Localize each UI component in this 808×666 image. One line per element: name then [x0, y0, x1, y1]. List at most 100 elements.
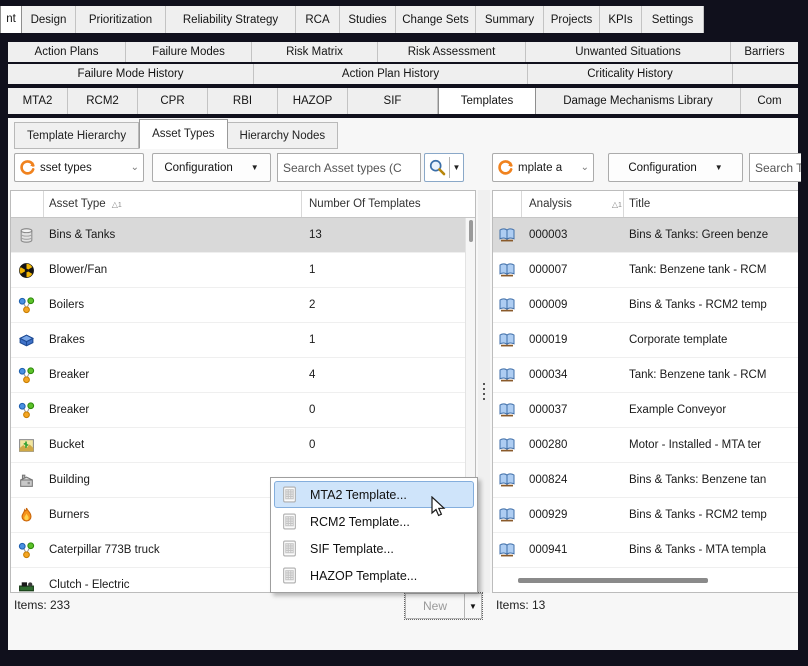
- panel-splitter[interactable]: [478, 190, 490, 593]
- asset-type-name: Burners: [49, 498, 299, 532]
- template-title: Bins & Tanks - RCM2 temp: [629, 498, 798, 532]
- tab-change-sets[interactable]: Change Sets: [396, 6, 476, 33]
- tab-nt[interactable]: nt: [0, 6, 22, 33]
- template-title: Bins & Tanks: Green benze: [629, 218, 798, 252]
- app-window: ntDesignPrioritizationReliability Strate…: [0, 0, 808, 666]
- book-icon: [498, 332, 516, 349]
- tab-risk-matrix[interactable]: Risk Matrix: [252, 42, 378, 62]
- analysis-number: 000007: [529, 253, 621, 287]
- tab-criticality-history[interactable]: Criticality History: [528, 64, 733, 84]
- templates-panel: Template HierarchyAsset TypesHierarchy N…: [8, 118, 798, 650]
- template-row-000280[interactable]: 000280Motor - Installed - MTA ter: [493, 428, 798, 463]
- caret-down-icon: ▼: [251, 163, 259, 172]
- tab-rbi[interactable]: RBI: [208, 88, 278, 114]
- tab-cpr[interactable]: CPR: [138, 88, 208, 114]
- tab-studies[interactable]: Studies: [340, 6, 396, 33]
- tab-unwanted-situations[interactable]: Unwanted Situations: [526, 42, 731, 62]
- menu-item-sif-template[interactable]: SIF Template...: [274, 535, 474, 562]
- book-icon: [498, 472, 516, 489]
- template-view-selector[interactable]: mplate a ⌄: [492, 153, 594, 182]
- asset-type-view-selector[interactable]: sset types ⌄: [14, 153, 144, 182]
- inner-tab-asset-types[interactable]: Asset Types: [139, 119, 227, 149]
- tab-sif[interactable]: SIF: [348, 88, 438, 114]
- tab-damage-mechanisms-library[interactable]: Damage Mechanisms Library: [536, 88, 741, 114]
- template-row-000019[interactable]: 000019Corporate template: [493, 323, 798, 358]
- tab-reliability-strategy[interactable]: Reliability Strategy: [166, 6, 296, 33]
- book-icon: [498, 367, 516, 384]
- sort-ascending-icon: △1: [612, 200, 622, 209]
- nodes-icon: [18, 542, 35, 559]
- magnifier-icon: [425, 158, 449, 177]
- search-options-caret-icon[interactable]: ▼: [450, 163, 463, 172]
- tab-blank: [733, 64, 798, 84]
- template-row-000034[interactable]: 000034Tank: Benzene tank - RCM: [493, 358, 798, 393]
- tab-action-plans[interactable]: Action Plans: [8, 42, 126, 62]
- chevron-down-icon: ⌄: [581, 162, 589, 173]
- asset-type-row-bins-tanks[interactable]: Bins & Tanks 13: [11, 218, 475, 253]
- column-header-title[interactable]: Title: [629, 191, 650, 217]
- template-title: Bins & Tanks: Benzene tan: [629, 463, 798, 497]
- new-dropdown-caret-icon[interactable]: ▼: [465, 593, 482, 619]
- asset-type-name: Boilers: [49, 288, 299, 322]
- tab-hazop[interactable]: HAZOP: [278, 88, 348, 114]
- asset-type-row-bucket[interactable]: Bucket0: [11, 428, 475, 463]
- tab-failure-mode-history[interactable]: Failure Mode History: [8, 64, 254, 84]
- new-button-label[interactable]: New: [405, 593, 465, 619]
- asset-type-row-breaker[interactable]: Breaker4: [11, 358, 475, 393]
- asset-type-row-brakes[interactable]: Brakes1: [11, 323, 475, 358]
- tab-templates[interactable]: Templates: [438, 88, 536, 114]
- templates-search-input[interactable]: Search Te: [749, 153, 801, 182]
- mouse-cursor: [430, 496, 446, 518]
- menu-item-hazop-template[interactable]: HAZOP Template...: [274, 562, 474, 589]
- asset-types-search-input[interactable]: Search Asset types (C: [277, 153, 421, 182]
- left-configuration-button[interactable]: Configuration ▼: [152, 153, 271, 182]
- tab-settings[interactable]: Settings: [642, 6, 704, 33]
- book-icon: [498, 227, 516, 244]
- tab-barriers[interactable]: Barriers: [731, 42, 798, 62]
- tab-prioritization[interactable]: Prioritization: [76, 6, 166, 33]
- tab-kpis[interactable]: KPIs: [600, 6, 642, 33]
- inner-tab-hierarchy-nodes[interactable]: Hierarchy Nodes: [228, 122, 339, 149]
- horizontal-scrollbar-thumb[interactable]: [518, 578, 708, 583]
- tab-rca[interactable]: RCA: [296, 6, 340, 33]
- column-header-asset-type[interactable]: Asset Type △1: [49, 191, 122, 217]
- template-row-000941[interactable]: 000941Bins & Tanks - MTA templa: [493, 533, 798, 568]
- tab-rcm2[interactable]: RCM2: [68, 88, 138, 114]
- template-title: Bins & Tanks - MTA templa: [629, 533, 798, 567]
- search-placeholder: Search Te: [755, 161, 801, 175]
- template-row-000037[interactable]: 000037Example Conveyor: [493, 393, 798, 428]
- flame-icon: [18, 507, 35, 524]
- tab-action-plan-history[interactable]: Action Plan History: [254, 64, 528, 84]
- template-row-000003[interactable]: 000003Bins & Tanks: Green benze: [493, 218, 798, 253]
- right-configuration-button[interactable]: Configuration ▼: [608, 153, 743, 182]
- template-row-000007[interactable]: 000007Tank: Benzene tank - RCM: [493, 253, 798, 288]
- asset-type-row-blower-fan[interactable]: Blower/Fan1: [11, 253, 475, 288]
- search-button[interactable]: ▼: [424, 153, 464, 182]
- asset-type-row-boilers[interactable]: Boilers2: [11, 288, 475, 323]
- asset-type-name: Brakes: [49, 323, 299, 357]
- new-button[interactable]: New ▼: [404, 592, 483, 620]
- tab-summary[interactable]: Summary: [476, 6, 544, 33]
- analysis-number: 000929: [529, 498, 621, 532]
- configuration-label: Configuration: [164, 162, 232, 174]
- inner-tab-template-hierarchy[interactable]: Template Hierarchy: [14, 122, 139, 149]
- tab-failure-modes[interactable]: Failure Modes: [126, 42, 252, 62]
- template-row-000929[interactable]: 000929Bins & Tanks - RCM2 temp: [493, 498, 798, 533]
- template-title: Bins & Tanks - RCM2 temp: [629, 288, 798, 322]
- tab-com[interactable]: Com: [741, 88, 798, 114]
- template-row-000009[interactable]: 000009Bins & Tanks - RCM2 temp: [493, 288, 798, 323]
- analysis-number: 000019: [529, 323, 621, 357]
- tab-mta2[interactable]: MTA2: [8, 88, 68, 114]
- template-row-000824[interactable]: 000824Bins & Tanks: Benzene tan: [493, 463, 798, 498]
- asset-type-row-breaker[interactable]: Breaker0: [11, 393, 475, 428]
- book-icon: [498, 297, 516, 314]
- building-icon: [18, 472, 35, 489]
- column-header-number-of-templates[interactable]: Number Of Templates: [309, 191, 421, 217]
- tab-risk-assessment[interactable]: Risk Assessment: [378, 42, 526, 62]
- column-header-analysis[interactable]: Analysis △1: [529, 191, 622, 217]
- tab-projects[interactable]: Projects: [544, 6, 600, 33]
- template-count: 13: [309, 218, 459, 252]
- scrollbar-thumb[interactable]: [469, 220, 473, 242]
- asset-type-name: Bins & Tanks: [49, 218, 299, 252]
- tab-design[interactable]: Design: [22, 6, 76, 33]
